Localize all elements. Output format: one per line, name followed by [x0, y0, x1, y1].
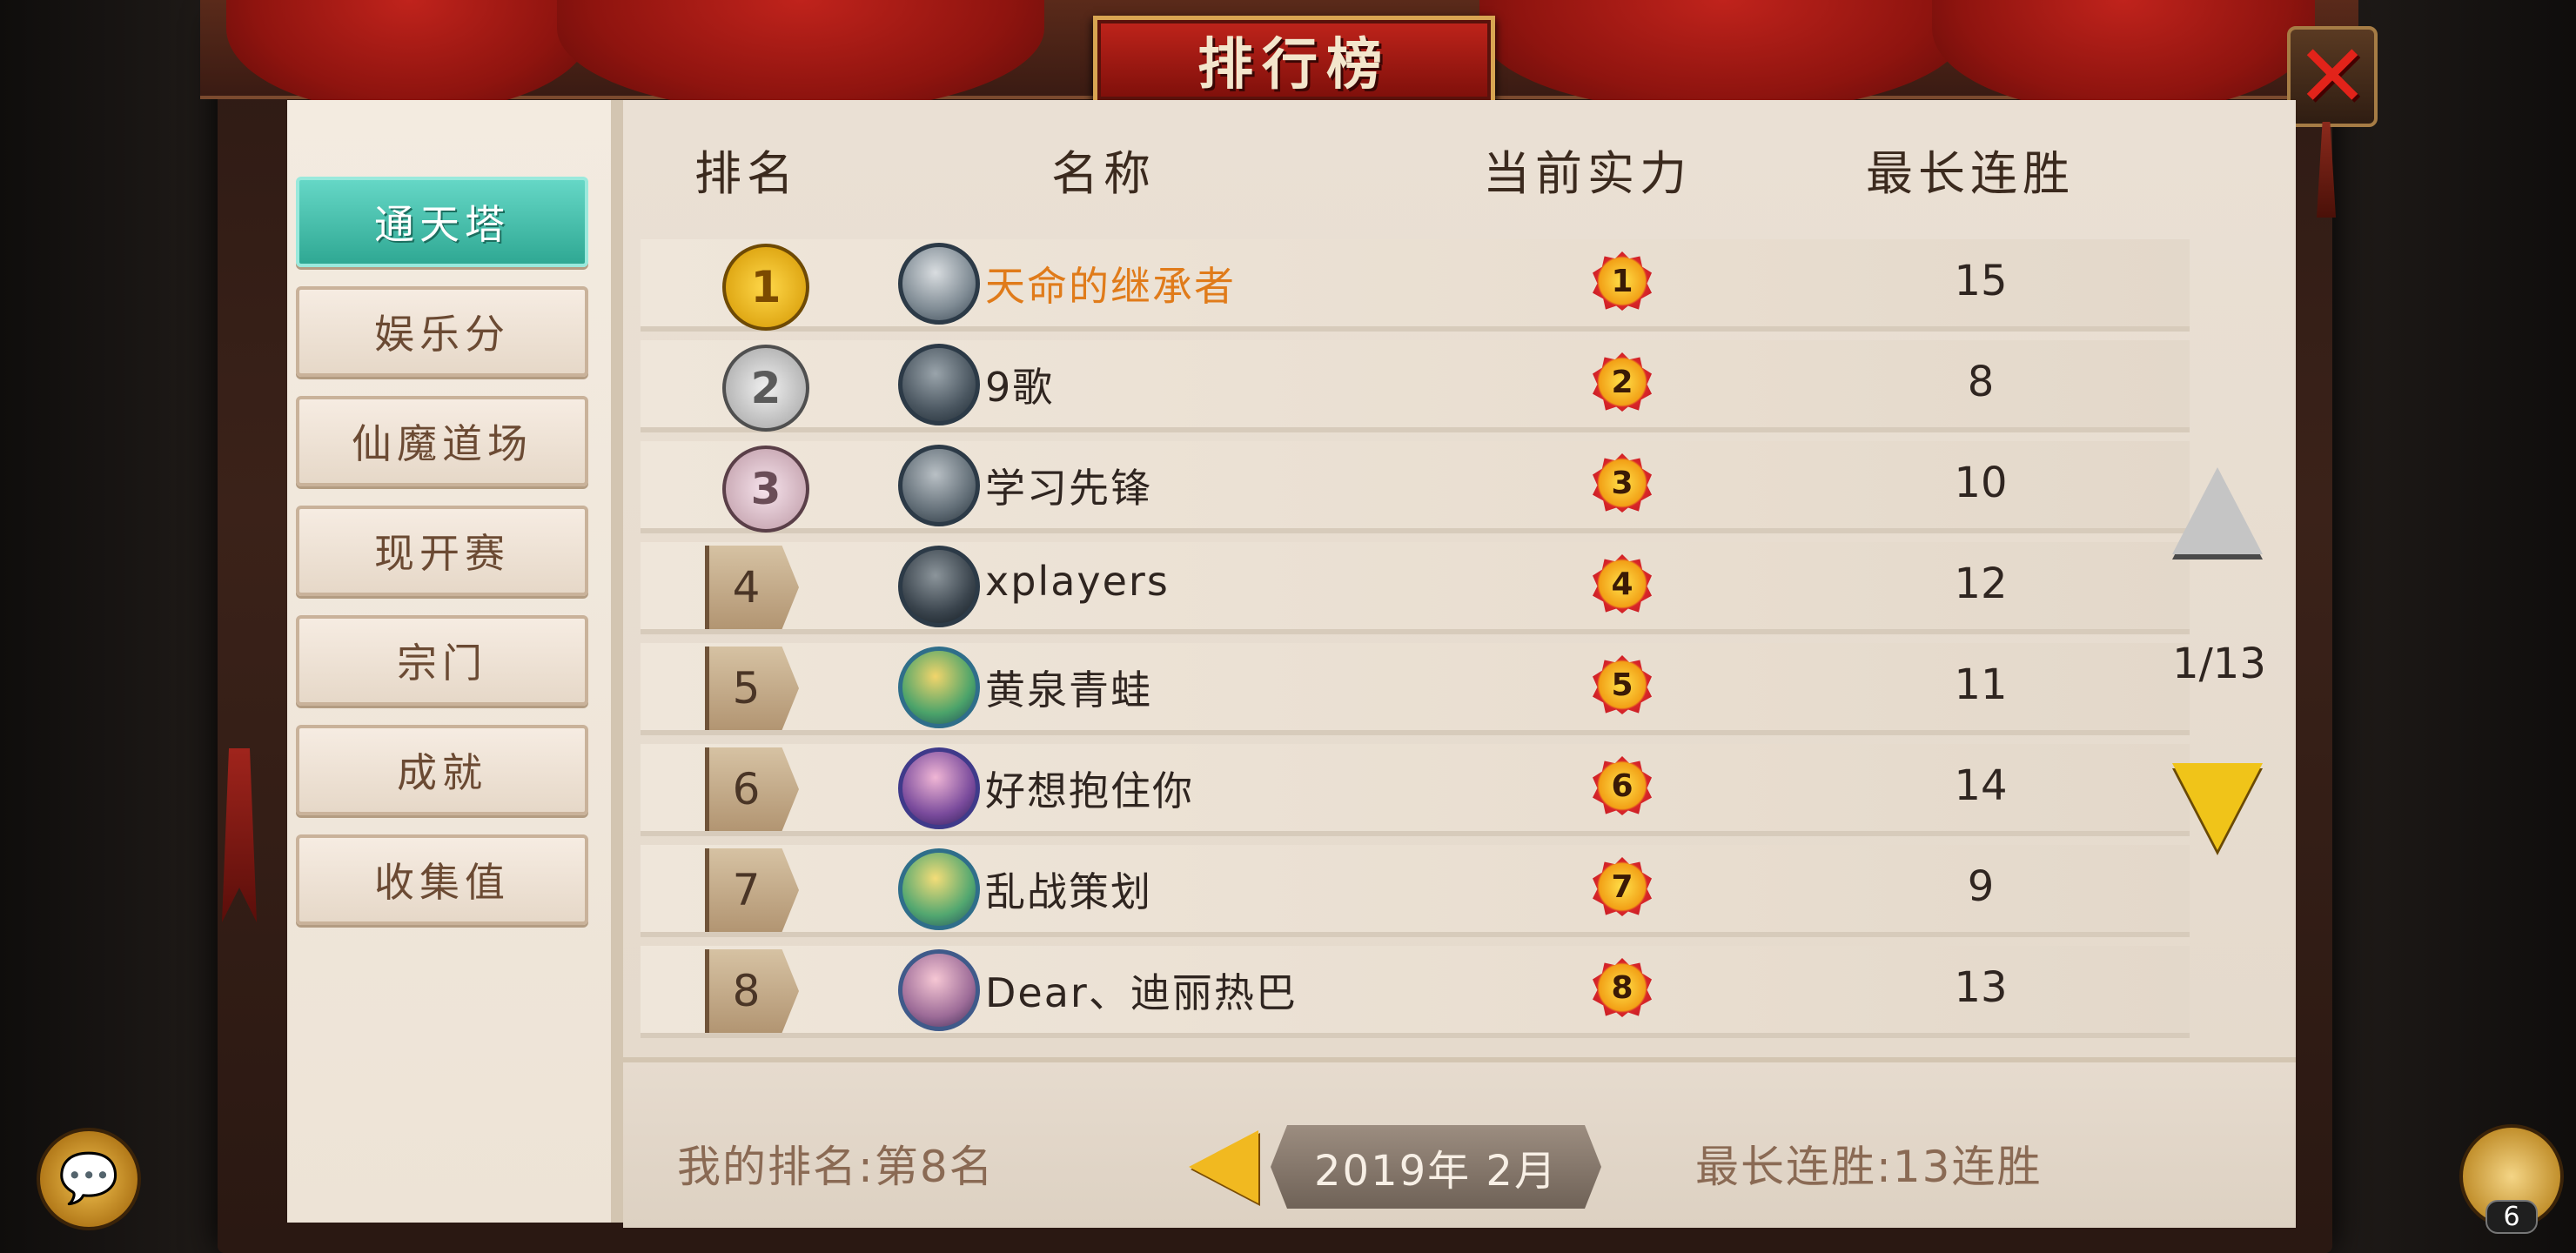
page-down-icon[interactable] — [2172, 763, 2263, 850]
close-button[interactable]: ✕ — [2287, 26, 2378, 127]
rank-tag: 6 — [705, 747, 799, 831]
header-power: 当前实力 — [1483, 146, 1692, 201]
chat-bubble-icon: 💬 — [58, 1150, 119, 1207]
tab-yulefen[interactable]: 娱乐分 — [296, 286, 588, 377]
avatar — [898, 747, 980, 829]
tab-zongmen[interactable]: 宗门 — [296, 615, 588, 706]
power-badge-icon: 6 — [1593, 756, 1652, 815]
gold-medal-icon: 1 — [722, 244, 809, 331]
streak-value: 13 — [1954, 963, 2008, 1012]
table-row[interactable]: 6 好想抱住你 6 14 — [641, 744, 2190, 836]
avatar — [898, 445, 980, 526]
player-name: 学习先锋 — [985, 465, 1152, 512]
title-plaque: 排行榜 — [1093, 16, 1495, 104]
player-name: 天命的继承者 — [985, 263, 1236, 310]
table-row[interactable]: 4 xplayers 4 12 — [641, 542, 2190, 634]
tab-chengjiu[interactable]: 成就 — [296, 725, 588, 815]
power-badge-icon: 2 — [1593, 352, 1652, 412]
silver-medal-icon: 2 — [722, 345, 809, 432]
streak-value: 12 — [1954, 559, 2008, 608]
rank-tag: 8 — [705, 949, 799, 1033]
ranking-panel: 排名 名称 当前实力 最长连胜 1 天命的继承者 1 15 2 9歌 2 8 3… — [623, 100, 2296, 1228]
power-badge-icon: 4 — [1593, 554, 1652, 613]
rank-tag: 7 — [705, 848, 799, 932]
power-badge-icon: 1 — [1593, 251, 1652, 311]
player-name: xplayers — [985, 558, 1170, 605]
player-name: 乱战策划 — [985, 868, 1152, 915]
table-row[interactable]: 7 乱战策划 7 9 — [641, 845, 2190, 937]
avatar — [898, 243, 980, 325]
player-name: Dear、迪丽热巴 — [985, 969, 1298, 1016]
table-row[interactable]: 5 黄泉青蛙 5 11 — [641, 643, 2190, 735]
table-row[interactable]: 3 学习先锋 3 10 — [641, 441, 2190, 533]
rank-tag: 4 — [705, 546, 799, 629]
player-name: 9歌 — [985, 364, 1055, 411]
streak-value: 11 — [1954, 660, 2008, 709]
avatar — [898, 848, 980, 930]
power-badge-icon: 7 — [1593, 857, 1652, 916]
friends-count-badge: 6 — [2485, 1200, 2538, 1234]
header-rank: 排名 — [694, 146, 799, 201]
power-badge-icon: 8 — [1593, 958, 1652, 1017]
header-name: 名称 — [1051, 146, 1156, 201]
rank-tag: 5 — [705, 647, 799, 730]
streak-value: 14 — [1954, 761, 2008, 810]
player-name: 好想抱住你 — [985, 767, 1194, 814]
page-up-icon[interactable] — [2172, 467, 2263, 554]
avatar — [898, 949, 980, 1031]
my-rank-text: 我的排名:第8名 — [677, 1142, 995, 1192]
player-name: 黄泉青蛙 — [985, 667, 1152, 714]
streak-value: 15 — [1954, 257, 2008, 305]
tab-xiankaisai[interactable]: 现开赛 — [296, 506, 588, 596]
table-row[interactable]: 2 9歌 2 8 — [641, 340, 2190, 432]
month-selector[interactable]: 2019年 2月 — [1271, 1125, 1601, 1209]
page-indicator: 1/13 — [2172, 640, 2266, 688]
power-badge-icon: 3 — [1593, 453, 1652, 513]
category-sidebar: 通天塔 娱乐分 仙魔道场 现开赛 宗门 成就 收集值 — [287, 100, 623, 1223]
streak-value: 9 — [1967, 862, 1995, 911]
power-badge-icon: 5 — [1593, 655, 1652, 714]
tab-shoujizhi[interactable]: 收集值 — [296, 834, 588, 925]
chat-button[interactable]: 💬 — [37, 1128, 141, 1230]
avatar — [898, 344, 980, 425]
header-streak: 最长连胜 — [1866, 146, 2075, 201]
streak-value: 10 — [1954, 459, 2008, 507]
table-header: 排名 名称 当前实力 最长连胜 — [623, 100, 2296, 231]
bronze-medal-icon: 3 — [722, 446, 809, 533]
avatar — [898, 647, 980, 728]
friends-button[interactable]: 6 — [2459, 1124, 2564, 1234]
close-icon: ✕ — [2296, 25, 2369, 127]
table-row[interactable]: 8 Dear、迪丽热巴 8 13 — [641, 946, 2190, 1038]
previous-month-icon[interactable] — [1189, 1130, 1258, 1203]
tab-xianmodaochang[interactable]: 仙魔道场 — [296, 396, 588, 486]
streak-value: 8 — [1967, 358, 1995, 406]
tab-tongtianta[interactable]: 通天塔 — [296, 177, 588, 267]
page-title: 排行榜 — [1197, 32, 1391, 97]
table-row[interactable]: 1 天命的继承者 1 15 — [641, 239, 2190, 332]
avatar — [898, 546, 980, 627]
footer-bar: 我的排名:第8名 2019年 2月 最长连胜:13连胜 — [623, 1057, 2296, 1228]
best-streak-text: 最长连胜:13连胜 — [1695, 1142, 2043, 1192]
